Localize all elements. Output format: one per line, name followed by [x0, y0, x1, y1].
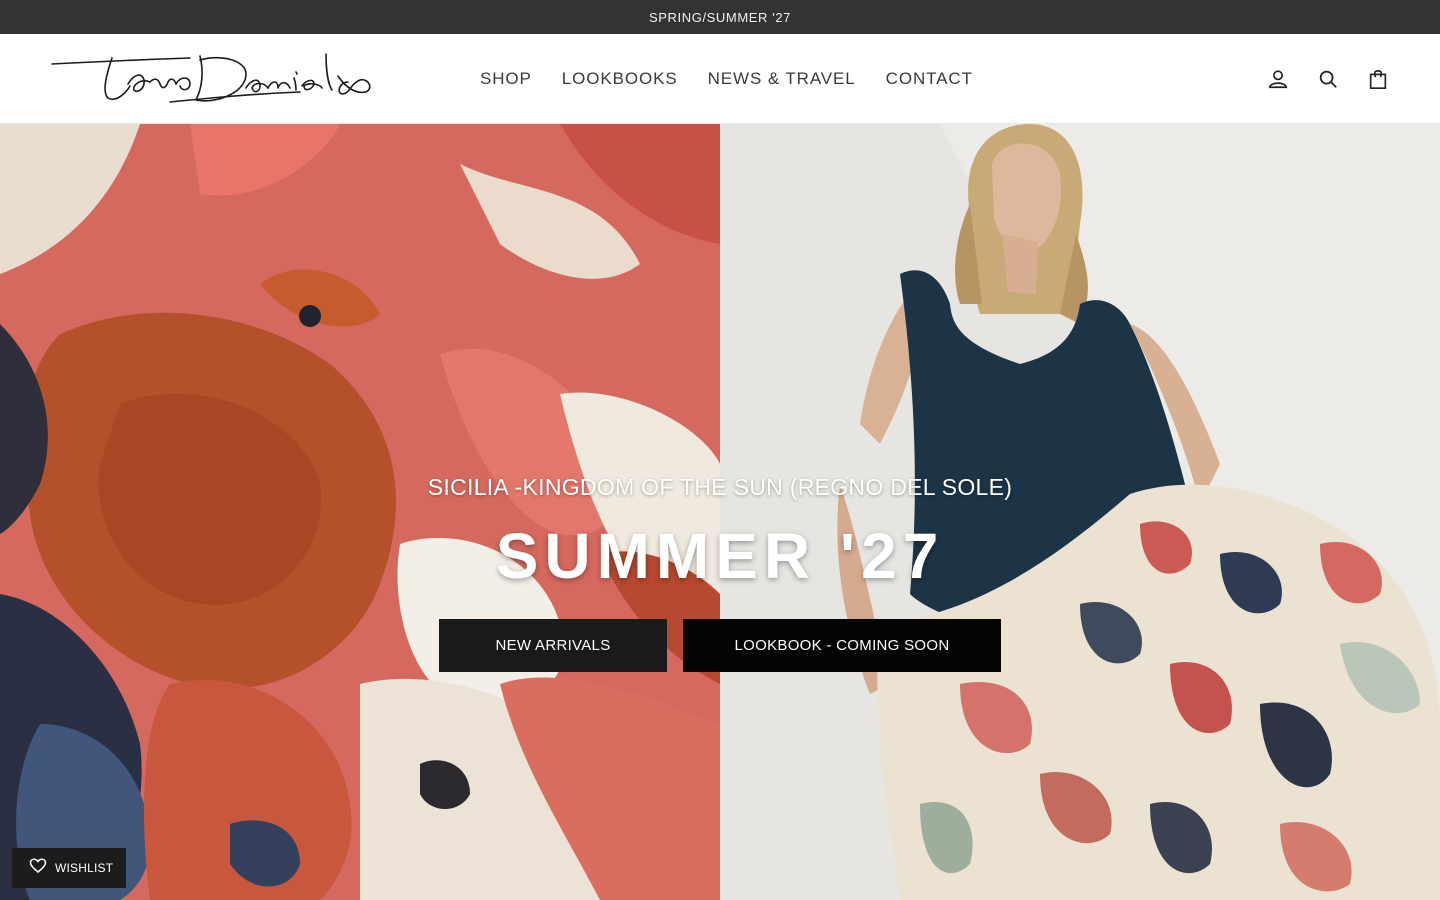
search-icon[interactable] [1316, 67, 1340, 91]
account-icon[interactable] [1266, 67, 1290, 91]
hero-text: SICILIA -KINGDOM OF THE SUN (REGNO DEL S… [0, 474, 1440, 593]
heart-icon [29, 857, 47, 880]
wishlist-button[interactable]: WISHLIST [12, 848, 126, 888]
hero-banner: SICILIA -KINGDOM OF THE SUN (REGNO DEL S… [0, 124, 1440, 900]
brand-logo[interactable] [50, 48, 376, 112]
new-arrivals-button[interactable]: NEW ARRIVALS [439, 619, 667, 672]
nav-lookbooks[interactable]: LOOKBOOKS [562, 69, 678, 89]
nav-news-travel[interactable]: NEWS & TRAVEL [708, 69, 856, 89]
wishlist-label: WISHLIST [55, 861, 114, 875]
nav-contact[interactable]: CONTACT [886, 69, 973, 89]
announcement-text: SPRING/SUMMER '27 [649, 9, 791, 25]
site-header: SHOP LOOKBOOKS NEWS & TRAVEL CONTACT [0, 34, 1440, 124]
hero-title: SUMMER '27 [495, 520, 945, 592]
hero-subtitle: SICILIA -KINGDOM OF THE SUN (REGNO DEL S… [427, 474, 1013, 500]
hero-ctas: NEW ARRIVALS LOOKBOOK - COMING SOON [439, 619, 1001, 672]
main-nav: SHOP LOOKBOOKS NEWS & TRAVEL CONTACT [480, 34, 1003, 124]
shopping-bag-icon[interactable] [1366, 67, 1390, 91]
announcement-bar: SPRING/SUMMER '27 [0, 0, 1440, 34]
header-icons [1240, 34, 1390, 124]
lookbook-coming-soon-button[interactable]: LOOKBOOK - COMING SOON [683, 619, 1001, 672]
nav-shop[interactable]: SHOP [480, 69, 532, 89]
